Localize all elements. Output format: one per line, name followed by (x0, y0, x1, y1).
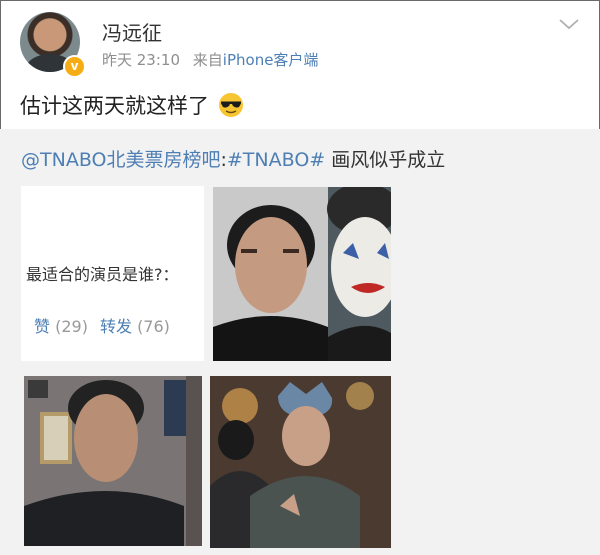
repost-hashtag[interactable]: #TNABO# (227, 149, 325, 171)
repost-mention[interactable]: @TNABO北美票房榜吧 (21, 149, 220, 171)
post-text: 估计这两天就这样了 (20, 90, 244, 120)
photo-tv-still[interactable] (24, 376, 202, 546)
sunglasses-face-icon (218, 93, 243, 117)
poll-question: 最适合的演员是谁?： (26, 265, 179, 284)
like-button[interactable]: 赞 (29) (34, 317, 88, 336)
repost-button[interactable]: 转发 (76) (100, 317, 170, 336)
post-meta: 昨天 23:10 来自iPhone客户端 (102, 49, 318, 70)
poll-actions: 赞 (29) 转发 (76) (34, 313, 170, 337)
post-source[interactable]: iPhone客户端 (223, 51, 319, 69)
poll-card[interactable]: 最适合的演员是谁?： 赞 (29) 转发 (76) (21, 186, 204, 361)
chevron-down-icon[interactable] (558, 16, 580, 32)
photo-costume-still[interactable] (210, 376, 391, 548)
repost-text: @TNABO北美票房榜吧:#TNABO# 画风似乎成立 (21, 145, 445, 172)
post-text-content: 估计这两天就这样了 (20, 94, 209, 118)
photo-actor-joker[interactable] (213, 187, 391, 361)
post-time: 昨天 23:10 (102, 51, 180, 69)
user-name[interactable]: 冯远征 (102, 17, 162, 46)
source-prefix: 来自 (192, 51, 223, 69)
like-count: (29) (55, 317, 88, 336)
repost-count: (76) (137, 317, 170, 336)
like-label: 赞 (34, 317, 51, 336)
verified-badge: v (63, 55, 86, 78)
repost-label: 转发 (99, 317, 132, 336)
repost-body: 画风似乎成立 (325, 149, 446, 171)
